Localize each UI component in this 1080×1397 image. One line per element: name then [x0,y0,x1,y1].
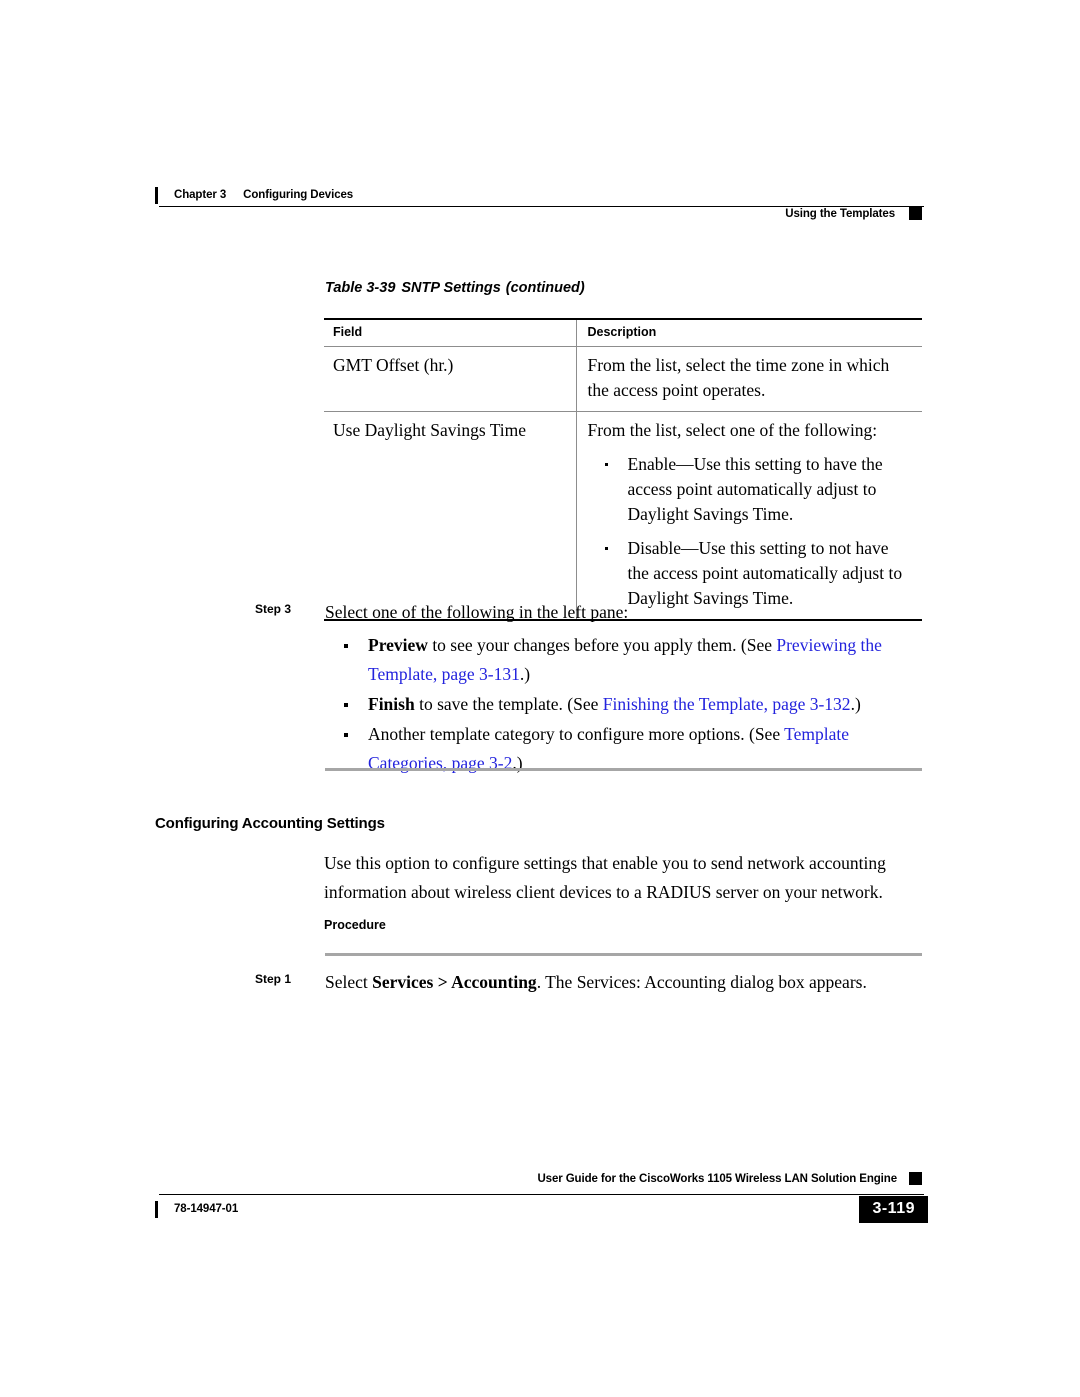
footer-square-marker-icon [909,1172,922,1185]
list-item-text-before: to save the template. (See [414,694,603,714]
bullet-dot-icon [604,463,608,466]
list-item-text-before: Another template category to configure m… [368,724,785,744]
step-1-text-after: . The Services: Accounting dialog box ap… [536,972,867,992]
header-chapter-label: Chapter 3 [174,189,227,201]
footer-guide-title: User Guide for the CiscoWorks 1105 Wirel… [537,1172,897,1185]
bullet-dot-icon [344,644,348,648]
list-item: Finish to save the template. (See Finish… [325,690,925,719]
step-1-label: Step 1 [255,972,292,986]
document-page: Chapter 3 Configuring Devices Using the … [0,0,1080,1397]
page-footer: User Guide for the CiscoWorks 1105 Wirel… [155,1172,928,1223]
step-3-intro: Select one of the following in the left … [325,602,629,622]
table-row: Use Daylight Savings Time From the list,… [324,411,922,621]
table-caption-number: Table 3-39 [325,280,396,296]
step-1-body: Select Services > Accounting. The Servic… [325,968,925,997]
table-header-row: Field Description [324,318,922,347]
step-1-command: Services > Accounting [372,972,537,992]
step-3-block: Step 3 Select one of the following in th… [255,598,925,779]
section-divider-rule [325,768,922,771]
header-section-title: Using the Templates [785,207,895,220]
list-item-bold-lead: Finish [368,694,415,714]
footer-page-number: 3-119 [859,1196,928,1223]
header-left-tick-icon [155,186,158,204]
list-item-bold-lead: Preview [368,635,428,655]
step-1-block: Step 1 Select Services > Accounting. The… [255,968,925,997]
list-item: Preview to see your changes before you a… [325,631,925,689]
footer-guide-row: User Guide for the CiscoWorks 1105 Wirel… [537,1172,922,1185]
table-header-field: Field [324,318,576,347]
table-caption-title: SNTP Settings [401,280,501,296]
table-header-description: Description [575,318,922,347]
procedure-divider-rule [325,953,922,956]
footer-left-tick-icon [155,1200,158,1218]
table-caption-continued: (continued) [505,280,585,296]
header-chapter-title: Configuring Devices [243,189,354,201]
step-1-text-before: Select [325,972,373,992]
section-heading: Configuring Accounting Settings [155,815,385,832]
step-3-label: Step 3 [255,602,292,616]
header-square-marker-icon [909,207,922,220]
list-item-text-after: .) [850,694,861,714]
step-3-bullet-list: Preview to see your changes before you a… [325,631,925,778]
list-item: Enable—Use this setting to have the acce… [588,452,913,527]
header-chapter-row: Chapter 3 Configuring Devices [155,185,353,205]
table-cell-description-text: From the list, select one of the followi… [587,420,878,440]
table-caption: Table 3-39 SNTP Settings (continued) [325,280,585,296]
table-cell-field: GMT Offset (hr.) [324,346,576,412]
table-cell-description: From the list, select the time zone in w… [575,346,922,412]
list-item-text-before: to see your changes before you apply the… [427,635,777,655]
bullet-dot-icon [344,733,348,737]
header-section-row: Using the Templates [785,207,922,220]
footer-document-number: 78-14947-01 [174,1203,239,1215]
table-cell-description: From the list, select one of the followi… [575,411,922,621]
table-cell-description-text: From the list, select the time zone in w… [587,355,890,400]
bullet-dot-icon [344,703,348,707]
step-3-body: Select one of the following in the left … [325,598,925,778]
list-item-text: Enable—Use this setting to have the acce… [627,454,883,524]
procedure-label: Procedure [324,918,386,932]
bullet-dot-icon [604,547,608,550]
table-cell-field: Use Daylight Savings Time [324,411,576,621]
table-row: GMT Offset (hr.) From the list, select t… [324,346,922,412]
sntp-settings-table: Field Description GMT Offset (hr.) From … [324,318,922,621]
page-header: Chapter 3 Configuring Devices Using the … [155,185,924,230]
footer-docnum-row: 78-14947-01 [155,1196,238,1222]
table-cell-sub-list: Enable—Use this setting to have the acce… [588,452,913,611]
list-item-text-after: .) [519,664,531,684]
section-paragraph: Use this option to configure settings th… [324,853,886,902]
footer-rule [159,1194,924,1195]
cross-reference-link[interactable]: Finishing the Template, page 3-132 [603,694,851,714]
